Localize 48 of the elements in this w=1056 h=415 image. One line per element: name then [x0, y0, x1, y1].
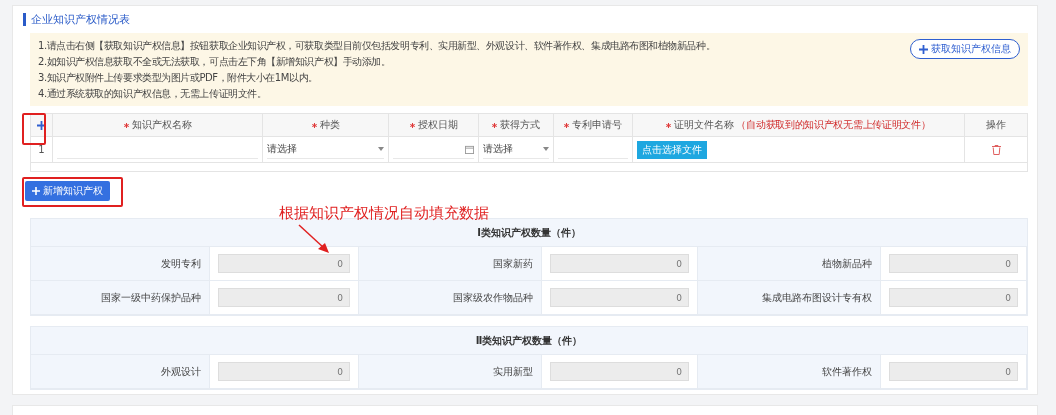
column-header: 操作 — [986, 118, 1006, 132]
count-field: 0 — [550, 254, 689, 273]
field-label: 软件著作权 — [822, 364, 872, 379]
count-field: 0 — [550, 288, 689, 307]
notice-text: 4.通过系统获取的知识产权信息，无需上传证明文件。 — [38, 87, 268, 101]
notice-text: 1.请点击右侧【获取知识产权信息】按钮获取企业知识产权，可获取类型目前仅包括发明专利、实用新型、外观设计、软件著作权、集成电路布图和植物新品种。 — [38, 39, 716, 53]
section-title: 企业知识产权情况表 — [23, 13, 1028, 26]
column-header: 知识产权名称 — [131, 118, 192, 132]
field-label: 国家级农作物品种 — [453, 290, 533, 305]
row-number: 1 — [38, 144, 45, 155]
count-field: 0 — [218, 288, 350, 307]
field-label: 国家一级中药保护品种 — [101, 290, 201, 305]
notice-text: 3.知识产权附件上传要求类型为图片或PDF，附件大小在1M以内。 — [38, 71, 319, 85]
field-label: 国家新药 — [493, 256, 533, 271]
count-field: 0 — [889, 288, 1018, 307]
trash-icon[interactable] — [991, 144, 1001, 155]
type-select[interactable]: 请选择 — [267, 140, 384, 159]
plus-icon — [32, 187, 40, 195]
field-label: 植物新品种 — [822, 256, 872, 271]
caret-icon — [543, 147, 549, 151]
field-label: 集成电路布图设计专有权 — [762, 290, 872, 305]
group-title: Ⅱ类知识产权数量（件） — [475, 333, 583, 348]
column-header: 获得方式 — [500, 118, 540, 132]
annotation-text: 根据知识产权情况自动填充数据 — [279, 204, 489, 223]
add-row-icon[interactable] — [37, 120, 46, 130]
calendar-icon — [465, 144, 474, 154]
plus-icon — [919, 44, 928, 54]
column-header: 专利申请号 — [572, 118, 622, 132]
column-header: 授权日期 — [417, 118, 458, 132]
group-title: Ⅰ类知识产权数量（件） — [477, 225, 581, 240]
count-field: 0 — [889, 254, 1018, 273]
field-label: 发明专利 — [161, 256, 201, 271]
add-ip-button[interactable]: 新增知识产权 — [25, 181, 110, 201]
column-note: （自动获取到的知识产权无需上传证明文件） — [736, 118, 931, 132]
field-label: 外观设计 — [161, 364, 201, 379]
annotation-arrow — [297, 223, 331, 255]
notice-text: 2.如知识产权信息获取不全或无法获取，可点击左下角【新增知识产权】手动添加。 — [38, 55, 392, 69]
fetch-button[interactable]: 获取知识产权信息 — [910, 39, 1020, 59]
field-label: 实用新型 — [493, 364, 533, 379]
caret-icon — [378, 147, 384, 151]
column-header: 种类 — [319, 118, 340, 132]
method-select[interactable]: 请选择 — [483, 140, 549, 159]
highlight-frame — [22, 113, 46, 145]
count-field: 0 — [550, 362, 689, 381]
column-header: 证明文件名称 — [674, 118, 735, 132]
count-field: 0 — [218, 254, 350, 273]
count-field: 0 — [218, 362, 350, 381]
count-field: 0 — [889, 362, 1018, 381]
